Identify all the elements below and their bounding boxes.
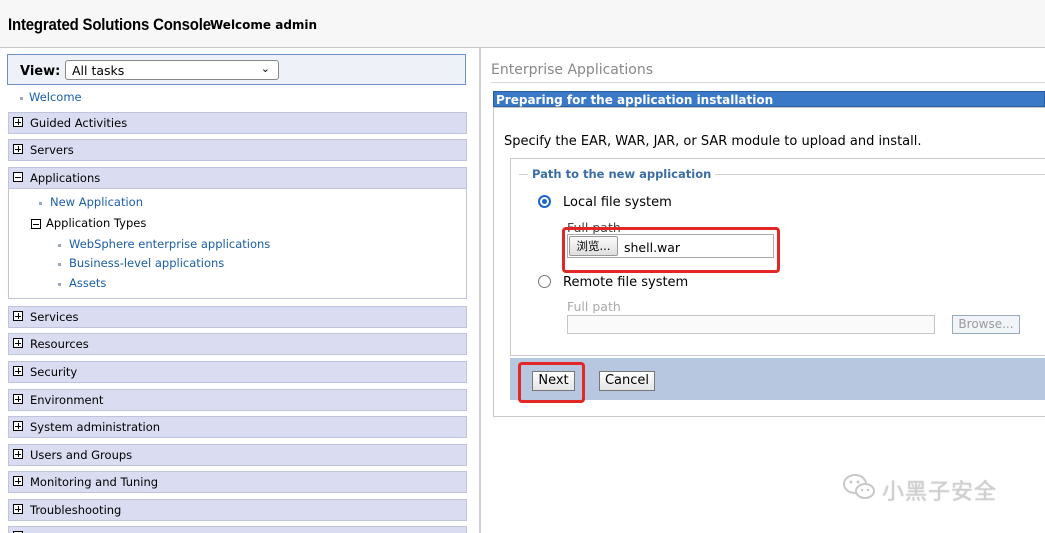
welcome-user: Welcome admin: [210, 18, 318, 32]
nav-category-label: Applications: [30, 171, 101, 185]
bullet-icon: [39, 202, 42, 205]
bullet-icon: [20, 97, 23, 100]
nav-category-label: Resources: [30, 337, 89, 351]
bullet-icon: [58, 263, 61, 266]
nav-application-types: Application Types: [46, 216, 147, 230]
nav-category-security[interactable]: Security: [8, 361, 467, 383]
nav-category-environment[interactable]: Environment: [8, 389, 467, 411]
view-select-value: All tasks: [72, 63, 125, 78]
navigation-tree: View: All tasks ⌄ Welcome Guided Activit…: [0, 48, 479, 533]
main-content: Enterprise Applications Preparing for th…: [481, 48, 1045, 533]
nav-category-label: Services: [30, 310, 79, 324]
expand-icon: [13, 366, 23, 376]
next-highlight-box: [518, 362, 585, 403]
button-bar: [510, 358, 1045, 400]
local-file-system-label[interactable]: Local file system: [563, 195, 672, 210]
expand-icon: [13, 144, 23, 154]
nav-assets[interactable]: Assets: [69, 276, 106, 290]
expand-icon: [13, 394, 23, 404]
remote-full-path-label: Full path: [567, 299, 621, 314]
fieldset-legend: Path to the new application: [528, 167, 716, 181]
bullet-icon: [58, 244, 61, 247]
nav-category-label: Environment: [30, 393, 104, 407]
nav-category-servers[interactable]: Servers: [8, 139, 467, 161]
chevron-down-icon: ⌄: [260, 62, 270, 75]
nav-category-monitoring-and-tuning[interactable]: Monitoring and Tuning: [8, 471, 467, 493]
nav-category-applications[interactable]: Applications: [8, 167, 467, 189]
expand-icon: [13, 504, 23, 514]
nav-category-label: Troubleshooting: [30, 503, 122, 517]
wechat-icon: [843, 474, 875, 499]
expand-icon: [13, 476, 23, 486]
nav-category-label: Security: [30, 365, 78, 379]
expand-icon: [13, 338, 23, 348]
collapse-icon: [13, 172, 23, 182]
expand-icon: [13, 449, 23, 459]
watermark: 小黑子安全: [842, 472, 1022, 506]
page-title: Enterprise Applications: [491, 62, 653, 78]
expand-icon: [13, 421, 23, 431]
console-title: Integrated Solutions Console: [8, 15, 211, 34]
nav-category-label: Users and Groups: [30, 448, 133, 462]
view-select[interactable]: All tasks ⌄: [65, 60, 279, 80]
expand-icon: [13, 311, 23, 321]
applications-subtree: New Application Application Types WebSph…: [8, 189, 467, 299]
remote-browse-button[interactable]: Browse...: [952, 315, 1020, 334]
nav-category-label: Monitoring and Tuning: [30, 475, 159, 489]
nav-category-label: System administration: [30, 420, 161, 434]
section-header: Preparing for the application installati…: [493, 91, 1045, 107]
remote-path-input[interactable]: [567, 315, 935, 334]
nav-new-application[interactable]: New Application: [50, 195, 143, 209]
watermark-text: 小黑子安全: [882, 480, 998, 505]
nav-category-users-and-groups[interactable]: Users and Groups: [8, 444, 467, 466]
view-label: View:: [20, 64, 61, 79]
collapse-icon[interactable]: [31, 219, 41, 229]
nav-category-services[interactable]: Services: [8, 306, 467, 328]
cancel-button[interactable]: Cancel: [599, 371, 655, 391]
instruction-text: Specify the EAR, WAR, JAR, or SAR module…: [504, 134, 922, 149]
file-highlight-box: [562, 227, 780, 273]
nav-business-level-applications[interactable]: Business-level applications: [69, 256, 224, 270]
nav-category-guided-activities[interactable]: Guided Activities: [8, 112, 467, 134]
remote-file-system-radio[interactable]: [538, 275, 551, 288]
nav-category-resources[interactable]: Resources: [8, 333, 467, 355]
nav-category-system-administration[interactable]: System administration: [8, 416, 467, 438]
expand-icon: [13, 117, 23, 127]
bullet-icon: [58, 283, 61, 286]
nav-category-troubleshooting[interactable]: Troubleshooting: [8, 499, 467, 521]
nav-websphere-enterprise-applications[interactable]: WebSphere enterprise applications: [69, 237, 270, 251]
console-header: Integrated Solutions Console Welcome adm…: [0, 0, 1045, 48]
nav-category-label: Guided Activities: [30, 116, 128, 130]
nav-category-partial[interactable]: [8, 526, 467, 533]
title-divider: [491, 82, 1045, 83]
remote-file-system-label[interactable]: Remote file system: [563, 275, 688, 290]
section-title: Preparing for the application installati…: [496, 93, 774, 107]
local-file-system-radio[interactable]: [538, 195, 551, 208]
nav-category-label: Servers: [30, 143, 74, 157]
nav-welcome-link[interactable]: Welcome: [29, 90, 82, 104]
view-filter: View: All tasks ⌄: [7, 54, 466, 85]
